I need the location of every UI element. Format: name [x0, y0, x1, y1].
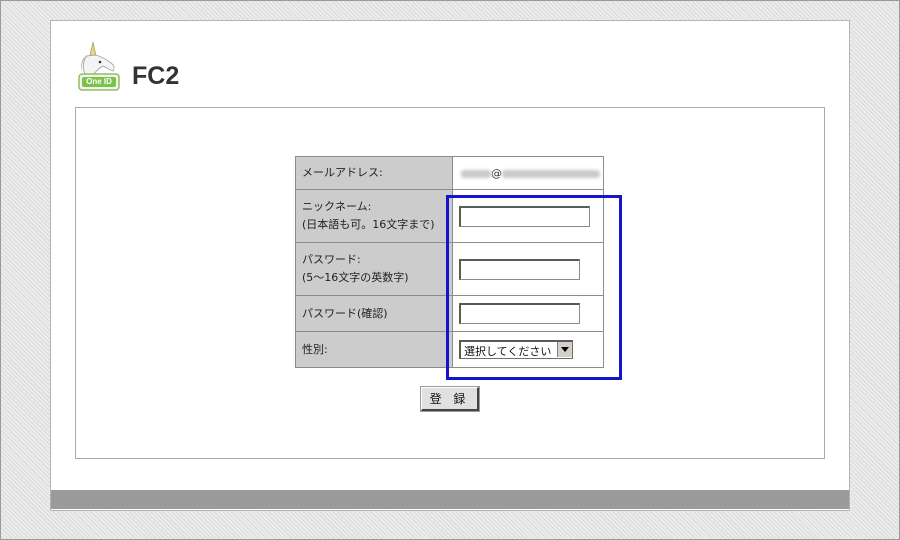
gender-label: 性別:: [295, 331, 453, 368]
nickname-input[interactable]: [459, 205, 590, 227]
nickname-label: ニックネーム: (日本語も可。16文字まで): [295, 189, 453, 243]
gender-label-text: 性別:: [302, 342, 328, 356]
email-blur-domain: [502, 169, 600, 178]
footer-bar: [51, 490, 849, 509]
password-confirm-input[interactable]: [459, 303, 580, 324]
chevron-down-icon[interactable]: [557, 342, 572, 357]
nickname-row: ニックネーム: (日本語も可。16文字まで): [295, 189, 604, 243]
password-cell: [452, 242, 604, 296]
password-label-line2: (5〜16文字の英数字): [302, 271, 409, 284]
password-confirm-label: パスワード(確認): [295, 295, 453, 332]
email-address-redacted: @: [461, 167, 600, 180]
password-confirm-label-text: パスワード(確認): [302, 306, 388, 320]
email-blur-user: [461, 169, 491, 178]
gender-row: 性別: 選択してください: [295, 331, 604, 368]
password-confirm-row: パスワード(確認): [295, 295, 604, 332]
email-label: メールアドレス:: [295, 156, 453, 190]
one-id-badge-text: One ID: [86, 77, 112, 86]
email-label-text: メールアドレス:: [302, 166, 383, 179]
nickname-label-line2: (日本語も可。16文字まで): [302, 218, 435, 231]
gender-select-value: 選択してください: [464, 345, 552, 358]
unicorn-logo-icon: One ID: [77, 40, 121, 92]
nickname-cell: [452, 189, 604, 243]
password-confirm-cell: [452, 295, 604, 332]
gender-select[interactable]: 選択してください: [459, 340, 573, 359]
email-at-sign: @: [491, 166, 502, 180]
password-row: パスワード: (5〜16文字の英数字): [295, 242, 604, 296]
password-label: パスワード: (5〜16文字の英数字): [295, 242, 453, 296]
password-label-line1: パスワード:: [302, 253, 361, 266]
email-row: メールアドレス: @: [295, 156, 604, 190]
register-button[interactable]: 登 録: [421, 387, 479, 411]
nickname-label-line1: ニックネーム:: [302, 200, 372, 213]
email-value: @: [452, 156, 604, 190]
registration-form: メールアドレス: @ ニックネーム: (日本語も可。16文字まで) パスワード:…: [295, 156, 604, 368]
gender-cell: 選択してください: [452, 331, 604, 368]
brand-name: FC2: [132, 62, 180, 90]
password-input[interactable]: [459, 258, 580, 280]
